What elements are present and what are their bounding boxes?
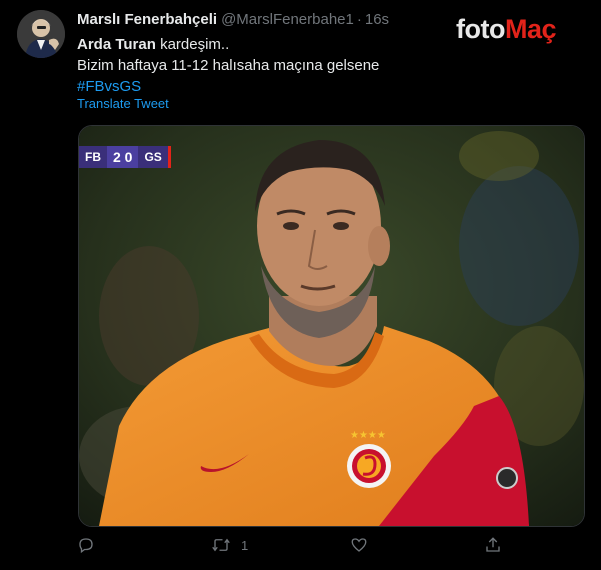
author-avatar[interactable] [17,10,65,58]
translate-tweet-link[interactable]: Translate Tweet [77,96,169,111]
reply-button[interactable] [77,536,105,554]
fotomac-watermark: fotoMaç [456,14,557,45]
svg-text:★★★★: ★★★★ [350,430,386,441]
tweet-action-bar: 1 [0,536,601,560]
score-label: 2 0 [107,146,139,168]
player-photo: ★★★★ [79,126,584,526]
tweet-text: Arda Turan kardeşim.. Bizim haftaya 11-1… [77,34,379,97]
share-icon [486,537,500,552]
scoreboard-edge [167,146,171,168]
retweet-count: 1 [241,537,249,553]
author-handle[interactable]: @MarslFenerbahe1 [221,11,354,28]
like-icon [351,538,367,552]
avatar-image [17,10,65,58]
tweet-bold-name: Arda Turan [77,36,156,53]
tweet-line-1-rest: kardeşim.. [155,36,230,53]
home-team-label: FB [85,150,101,164]
author-name[interactable]: Marslı Fenerbahçeli [77,11,217,28]
retweet-icon [212,538,230,552]
away-team-label: GS [144,150,162,164]
scoreboard-overlay: FB 2 0 GS [79,146,171,168]
like-button[interactable] [350,536,378,554]
tweet-timestamp[interactable]: 16s [365,11,389,28]
retweet-button[interactable]: 1 [211,536,248,554]
watermark-part1: foto [456,14,505,44]
tweet-header: Marslı Fenerbahçeli @MarslFenerbahe1 · 16s [77,11,389,28]
tweet-media-image[interactable]: ★★★★ FB 2 0 GS [78,125,585,527]
tweet-line-2: Bizim haftaya 11-12 halısaha maçına gels… [77,57,380,74]
share-button[interactable] [484,536,502,554]
separator-dot: · [356,11,362,28]
hashtag-link[interactable]: #FBvsGS [77,76,379,97]
watermark-part2: Maç [504,14,557,44]
tweet-line-1: Arda Turan kardeşim.. [77,34,379,55]
reply-icon [79,538,93,554]
